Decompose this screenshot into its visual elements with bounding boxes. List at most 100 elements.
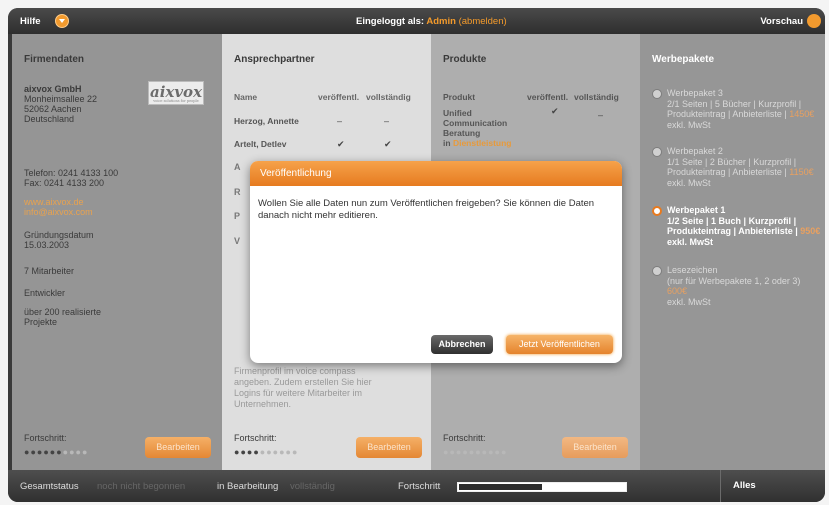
contacts-col-complete: vollständig [366,92,411,102]
help-link[interactable]: Hilfe [20,16,41,27]
radio-icon[interactable] [652,89,662,99]
contact-row-name[interactable]: Artelt, Detlev [234,139,286,149]
package-details: 1/2 Seite | 1 Buch | Kurzprofil | [667,215,797,226]
company-phone: Telefon: 0241 4133 100 [24,168,119,178]
packages-column: Werbepakete Werbepaket 3 2/1 Seiten | 5 … [640,34,825,470]
preview-link[interactable]: Vorschau [760,16,803,27]
top-bar: Hilfe Eingeloggt als: Admin (abmelden) V… [8,8,825,34]
overall-progress-bar [457,482,627,492]
package-details: Produkteintrag | Anbieterliste | [667,226,798,236]
product-published: ✔ [551,106,559,116]
company-street: Monheimsallee 22 [24,94,98,104]
product-category-link[interactable]: Dienstleistung [453,138,512,148]
package-price: 1150€ [789,167,814,177]
founded-date: 15.03.2003 [24,240,70,250]
package-price: 600€ [667,286,688,296]
package-details: 2/1 Seiten | 5 Bücher | Kurzprofil | [667,98,802,109]
contact-row-name[interactable]: Herzog, Annette [234,116,299,126]
contacts-edit-button[interactable]: Bearbeiten [356,437,422,458]
overall-status-label: Gesamtstatus [20,481,79,492]
package-tax: exkl. MwSt [667,296,711,307]
contacts-heading: Ansprechpartner [234,54,315,65]
package-title: Werbepaket 3 [667,88,723,98]
company-country: Deutschland [24,114,75,124]
company-contact: Telefon: 0241 4133 100 Fax: 0241 4133 20… [24,168,118,188]
company-employees: 7 Mitarbeiter [24,266,75,276]
overall-progress-label: Fortschritt [398,481,441,492]
contact-row-complete: ✔ [384,139,392,149]
app-frame: Hilfe Eingeloggt als: Admin (abmelden) V… [8,8,825,502]
package-details: 1/1 Seite | 2 Bücher | Kurzprofil | [667,156,797,167]
package-tax: exkl. MwSt [667,119,711,130]
company-edit-button[interactable]: Bearbeiten [145,437,211,458]
company-city: 52062 Aachen [24,104,82,114]
company-founded: Gründungsdatum 15.03.2003 [24,230,94,250]
radio-selected-icon[interactable] [652,206,662,216]
contacts-progress-dots: ●●●●●●●●●● [234,447,299,457]
package-option-3[interactable]: Werbepaket 3 2/1 Seiten | 5 Bücher | Kur… [652,88,822,130]
login-prefix: Eingeloggt als: [356,16,425,27]
company-progress-label: Fortschritt: [24,433,67,443]
contacts-progress-label: Fortschritt: [234,433,277,443]
radio-icon[interactable] [652,266,662,276]
contact-row-published: ✔ [337,139,345,149]
dialog-title: Veröffentlichung [250,161,622,186]
package-option-2[interactable]: Werbepaket 2 1/1 Seite | 2 Bücher | Kurz… [652,146,822,188]
product-in-label: in [443,138,451,148]
company-address: aixvox GmbH Monheimsallee 22 52062 Aache… [24,84,97,124]
company-progress-dots: ●●●●●●●●●● [24,448,88,457]
company-logo: aixvox voice solutions for people [148,81,204,105]
cancel-button[interactable]: Abbrechen [431,335,493,354]
preview-icon[interactable] [807,14,821,28]
company-heading: Firmendaten [24,54,85,65]
company-fax: Fax: 0241 4133 200 [24,178,105,188]
hint-line: Firmenprofil im voice compass [234,366,356,376]
projects-line-1: über 200 realisierte [24,307,102,317]
publish-all-button[interactable]: Alles Veröffentlichen [720,470,825,502]
product-line: Unified [443,108,472,118]
logout-link[interactable]: (abmelden) [459,16,507,27]
contacts-hint: Firmenprofil im voice compass angeben. Z… [234,366,404,410]
contacts-col-name: Name [234,92,258,102]
package-option-bookmark[interactable]: Lesezeichen (nur für Werbepakete 1, 2 od… [652,265,822,307]
help-dropdown-icon[interactable] [55,14,69,28]
hint-line: Unternehmen. [234,399,292,409]
products-col-complete: vollständig [574,92,619,102]
contact-row-published: – [337,116,343,126]
founded-label: Gründungsdatum [24,230,94,240]
partial-text: A [234,162,241,172]
company-column: Firmendaten aixvox GmbH Monheimsallee 22… [12,34,222,470]
progress-dot: ● [500,447,508,457]
package-option-1[interactable]: Werbepaket 1 1/2 Seite | 1 Buch | Kurzpr… [652,205,822,247]
status-not-started: noch nicht begonnen [97,481,186,492]
dialog-message: Wollen Sie alle Daten nun zum Veröffentl… [258,198,595,221]
radio-icon[interactable] [652,147,662,157]
status-bar: Gesamtstatus noch nicht begonnen in Bear… [8,470,825,502]
product-complete: – [598,110,604,120]
packages-heading: Werbepakete [652,54,715,65]
products-edit-button[interactable]: Bearbeiten [562,437,628,458]
logo-tagline: voice solutions for people [153,99,199,103]
product-line: Beratung [443,128,481,138]
products-col-product: Produkt [443,92,476,102]
user-name: Admin [426,16,456,27]
products-heading: Produkte [443,54,487,65]
company-projects: über 200 realisierte Projekte [24,307,134,327]
partial-text: P [234,211,241,221]
overall-progress-fill [459,484,542,490]
package-title: Lesezeichen [667,265,718,275]
product-entry[interactable]: Unified Communication Beratung in Dienst… [443,108,533,148]
company-name: aixvox GmbH [24,84,82,94]
package-details: Produkteintrag | Anbieterliste | [667,109,787,119]
publish-now-button[interactable]: Jetzt Veröffentlichen [506,335,613,354]
company-website-link[interactable]: www.aixvox.de [24,197,84,207]
products-col-published: veröffentl. [527,92,569,102]
product-line: Communication [443,118,508,128]
package-tax: exkl. MwSt [667,177,711,188]
progress-dot: ● [291,447,299,457]
contact-row-complete: – [384,116,390,126]
package-title: Werbepaket 1 [667,205,726,215]
company-web: www.aixvox.de info@aixvox.com [24,197,93,217]
company-email-link[interactable]: info@aixvox.com [24,207,93,217]
package-price: 950€ [800,226,821,236]
